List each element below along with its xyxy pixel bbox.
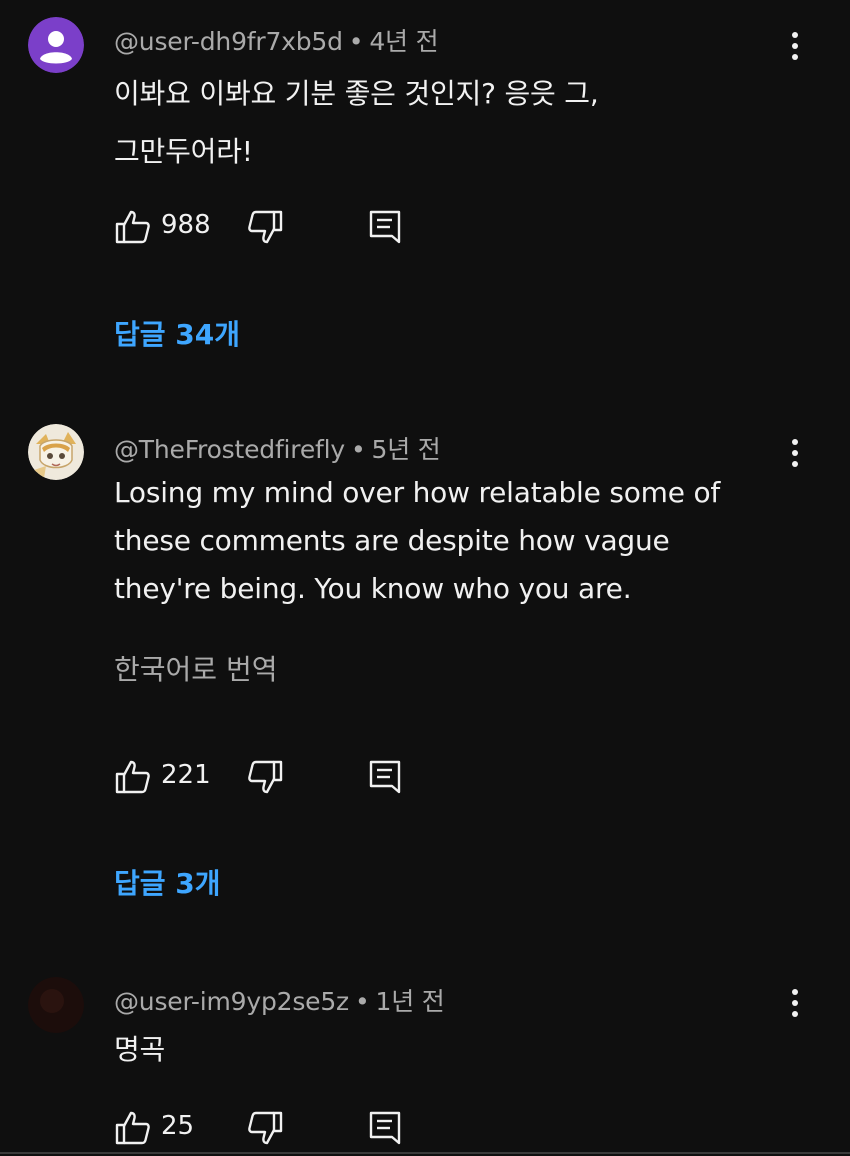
author-handle[interactable]: @user-dh9fr7xb5d — [114, 27, 343, 56]
meta-separator: • — [350, 435, 366, 464]
comment-text: 이봐요 이봐요 기분 좋은 것인지? 응읏 그, 그만두어라! — [114, 70, 794, 176]
like-icon[interactable] — [114, 758, 152, 796]
like-count: 25 — [161, 1111, 195, 1141]
reply-icon[interactable] — [366, 758, 404, 796]
comment-line: 명곡 — [114, 1033, 166, 1066]
like-count: 221 — [161, 760, 211, 790]
anime-character-icon — [28, 424, 84, 480]
comment-text: 명곡 — [114, 1026, 794, 1074]
comment-line: 이봐요 이봐요 기분 좋은 것인지? 응읏 그, — [114, 77, 599, 110]
like-icon[interactable] — [114, 208, 152, 246]
avatar[interactable] — [28, 977, 84, 1033]
comment-text: Losing my mind over how relatable some o… — [114, 469, 794, 613]
comment-time[interactable]: 1년 전 — [376, 987, 445, 1016]
like-icon[interactable] — [114, 1109, 152, 1147]
avatar[interactable] — [28, 424, 84, 480]
replies-toggle[interactable]: 답글 34개 — [114, 313, 240, 353]
user-avatar-icon — [28, 17, 84, 73]
author-handle[interactable]: @TheFrostedfirefly — [114, 435, 345, 464]
dislike-icon[interactable] — [246, 758, 284, 796]
reply-icon[interactable] — [366, 1109, 404, 1147]
meta-separator: • — [354, 987, 370, 1016]
like-count: 988 — [161, 210, 211, 240]
more-options-icon[interactable] — [780, 435, 810, 471]
comment-time[interactable]: 5년 전 — [372, 435, 441, 464]
replies-toggle[interactable]: 답글 3개 — [114, 862, 221, 902]
dislike-icon[interactable] — [246, 208, 284, 246]
reply-icon[interactable] — [366, 208, 404, 246]
author-handle[interactable]: @user-im9yp2se5z — [114, 987, 349, 1016]
translate-link[interactable]: 한국어로 번역 — [114, 648, 277, 688]
dislike-icon[interactable] — [246, 1109, 284, 1147]
comment-time[interactable]: 4년 전 — [369, 27, 438, 56]
comment-line: 그만두어라! — [114, 135, 253, 168]
comment-line: these comments are despite how vague — [114, 524, 670, 557]
comment-meta: @user-dh9fr7xb5d • 4년 전 — [114, 22, 439, 58]
user-avatar-icon — [28, 977, 84, 1033]
more-options-icon[interactable] — [780, 985, 810, 1021]
more-options-icon[interactable] — [780, 28, 810, 64]
meta-separator: • — [348, 27, 364, 56]
comment-meta: @user-im9yp2se5z • 1년 전 — [114, 982, 445, 1018]
comment-line: they're being. You know who you are. — [114, 572, 632, 605]
comment-line: Losing my mind over how relatable some o… — [114, 476, 721, 509]
bottom-divider — [0, 1152, 850, 1154]
comment-meta: @TheFrostedfirefly • 5년 전 — [114, 430, 441, 466]
avatar[interactable] — [28, 17, 84, 73]
